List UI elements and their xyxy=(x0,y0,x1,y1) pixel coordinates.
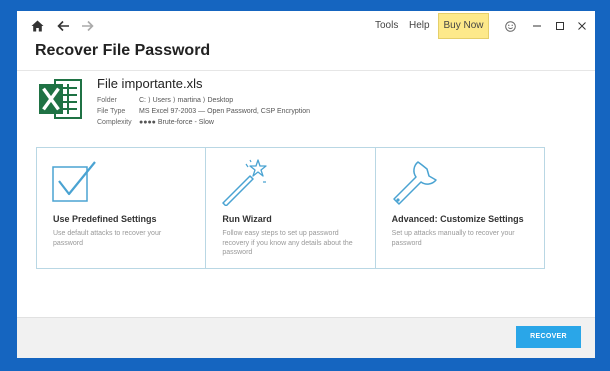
close-icon[interactable] xyxy=(574,18,590,34)
tools-menu[interactable]: Tools xyxy=(375,20,398,31)
option-title: Advanced: Customize Settings xyxy=(391,214,524,224)
option-description: Use default attacks to recover your pass… xyxy=(53,230,162,247)
complexity-value: Brute-force - Slow xyxy=(157,119,214,126)
checkbox-icon xyxy=(51,158,99,206)
magic-wand-icon xyxy=(220,158,268,207)
page-title: Recover File Password xyxy=(35,42,211,59)
home-icon[interactable] xyxy=(29,18,45,34)
folder-label: Folder xyxy=(97,97,117,104)
complexity-label: Complexity xyxy=(97,119,132,126)
file-type-value: MS Excel 97-2003 — Open Password, CSP En… xyxy=(139,108,311,115)
file-name: File importante.xls xyxy=(97,76,203,91)
option-customize-settings[interactable]: Advanced: Customize Settings Set up atta… xyxy=(376,148,544,268)
folder-path: C: ⟩ Users ⟩ martina ⟩ Desktop xyxy=(139,97,234,104)
back-arrow-icon[interactable] xyxy=(55,18,71,34)
complexity-row: Complexity ●●●● Brute-force - Slow xyxy=(97,119,214,126)
complexity-dots: ●●●● xyxy=(139,119,156,126)
folder-row: Folder C: ⟩ Users ⟩ martina ⟩ Desktop xyxy=(97,96,233,104)
app-window: Tools Help Buy Now Recover File Password… xyxy=(17,11,595,358)
header-divider xyxy=(17,70,595,71)
file-type-row: File Type MS Excel 97-2003 — Open Passwor… xyxy=(97,108,310,115)
option-run-wizard[interactable]: Run Wizard Follow easy steps to set up p… xyxy=(206,148,376,268)
smiley-icon[interactable] xyxy=(502,18,518,34)
buy-now-button[interactable]: Buy Now xyxy=(438,13,489,39)
option-title: Run Wizard xyxy=(222,214,272,224)
option-description: Set up attacks manually to recover your … xyxy=(391,230,515,247)
file-type-label: File Type xyxy=(97,108,126,115)
excel-file-icon xyxy=(37,77,83,121)
maximize-icon[interactable] xyxy=(552,18,568,34)
help-menu[interactable]: Help xyxy=(409,20,430,31)
footer-bar: RECOVER xyxy=(17,317,595,358)
option-title: Use Predefined Settings xyxy=(53,214,157,224)
option-description: Follow easy steps to set up password rec… xyxy=(222,230,353,256)
minimize-icon[interactable] xyxy=(529,18,545,34)
option-predefined-settings[interactable]: Use Predefined Settings Use default atta… xyxy=(37,148,207,268)
forward-arrow-icon[interactable] xyxy=(79,18,95,34)
wrench-icon xyxy=(390,158,438,206)
title-bar: Tools Help Buy Now xyxy=(17,11,595,41)
recovery-options: Use Predefined Settings Use default atta… xyxy=(36,147,545,269)
recover-button[interactable]: RECOVER xyxy=(516,326,581,348)
